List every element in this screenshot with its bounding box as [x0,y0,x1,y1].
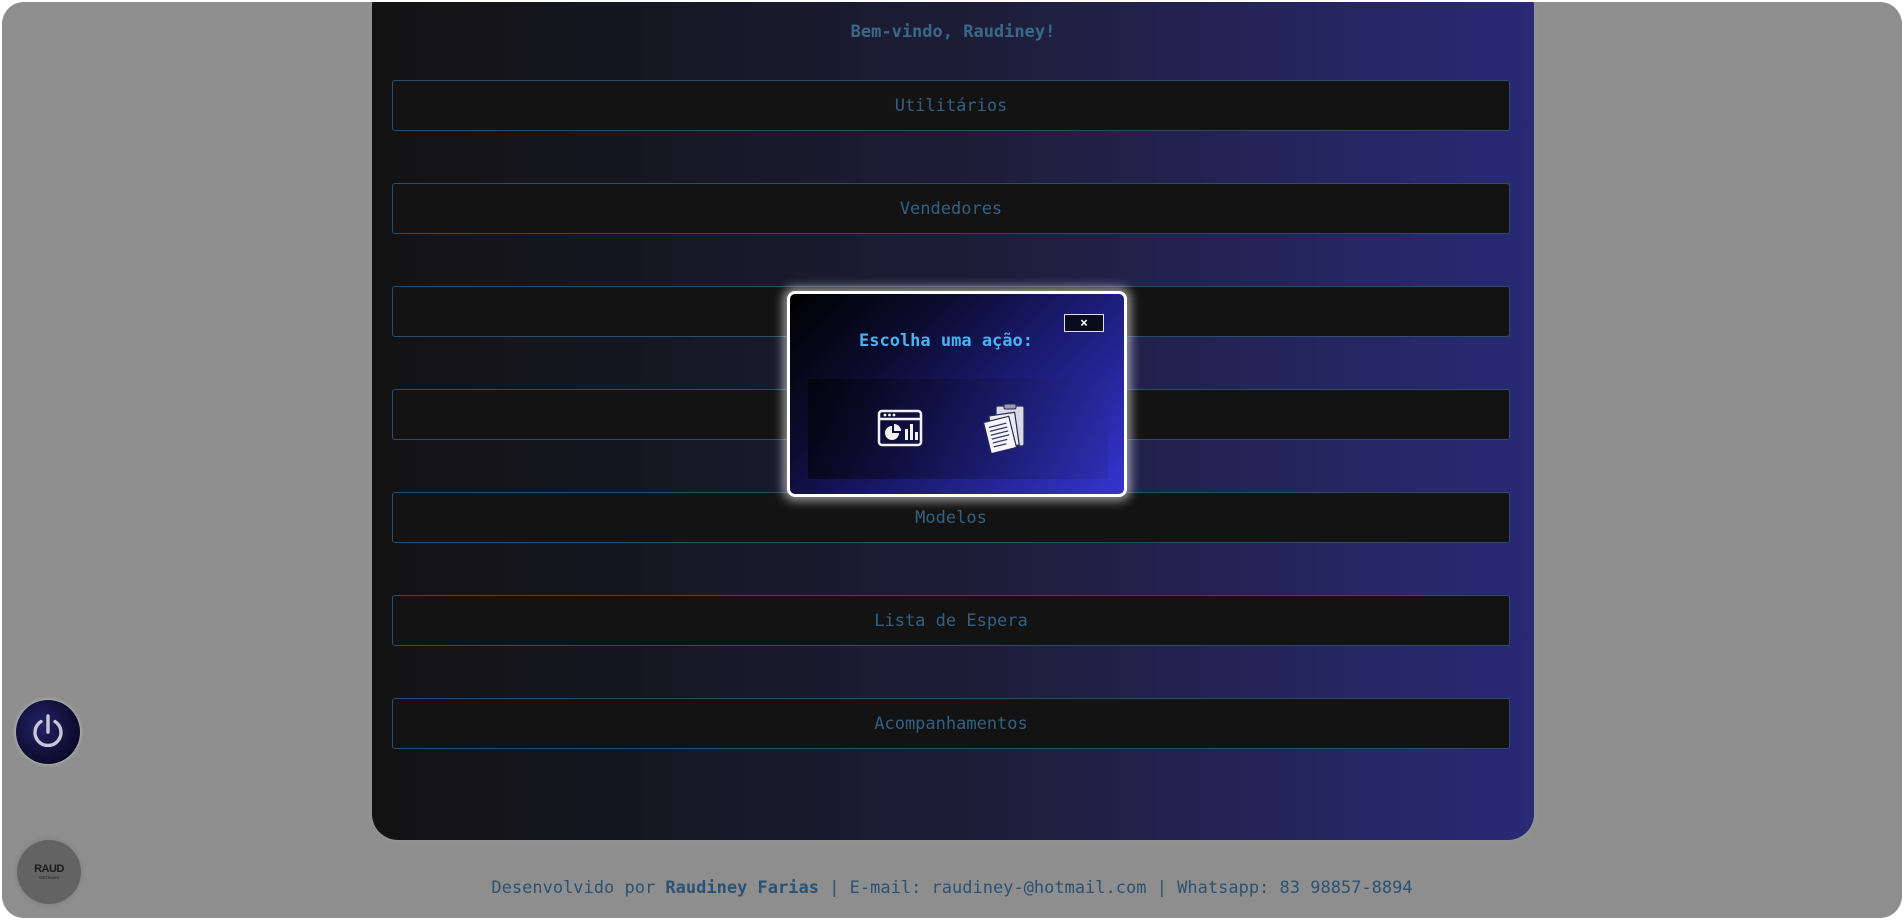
power-button[interactable] [16,700,80,764]
app-viewport: Bem-vindo, Raudiney! Utilitários Vendedo… [2,2,1902,918]
modal-title: Escolha uma ação: [859,331,1033,351]
modal-actions [808,379,1108,479]
close-icon: × [1080,315,1088,331]
clipboard-documents-icon[interactable] [982,403,1030,453]
power-icon [33,714,63,748]
dashboard-chart-icon[interactable] [876,403,924,453]
action-modal: × Escolha uma ação: [787,291,1127,497]
modal-close-button[interactable]: × [1064,314,1104,332]
